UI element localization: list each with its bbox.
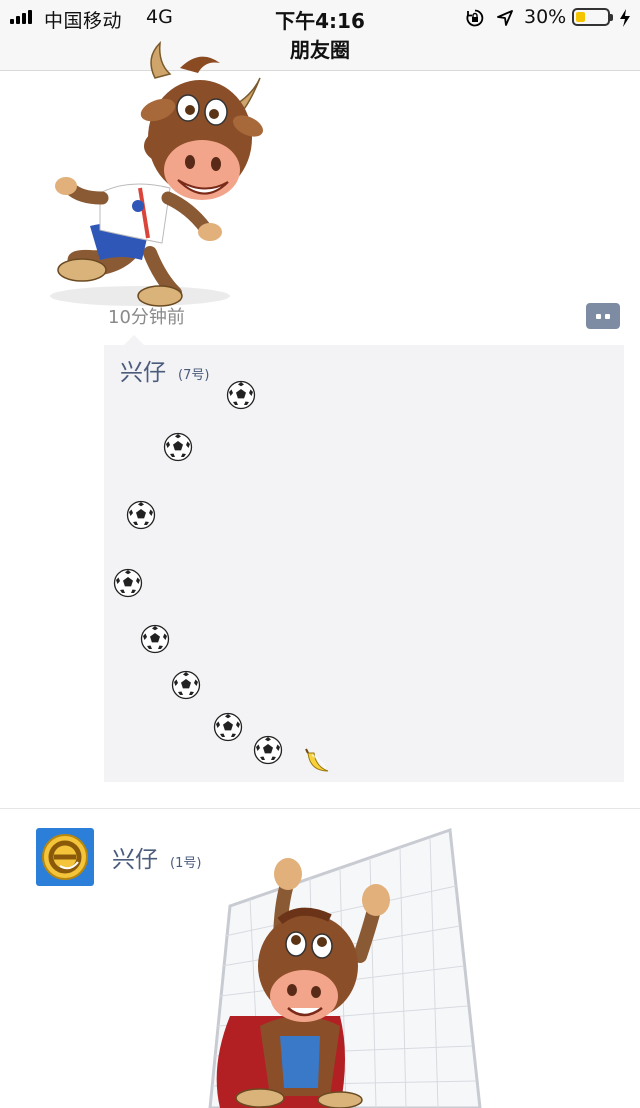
soccer-ball-icon	[253, 735, 283, 765]
soccer-ball-icon	[171, 670, 201, 700]
banana-icon	[305, 748, 329, 772]
post-timestamp: 10分钟前	[108, 307, 185, 328]
comment-section: 兴仔 (7号)	[104, 335, 624, 782]
charging-bolt-icon	[620, 9, 630, 27]
battery-level	[576, 12, 585, 22]
brand-logo-avatar[interactable]	[36, 828, 94, 886]
soccer-ball-icon	[163, 432, 193, 462]
bull-mascot-image[interactable]	[30, 38, 270, 318]
comment-author-name[interactable]: 兴仔	[120, 353, 166, 387]
location-arrow-icon	[497, 10, 513, 26]
orientation-lock-icon	[466, 9, 484, 27]
soccer-ball-icon	[113, 568, 143, 598]
soccer-ball-icon	[140, 624, 170, 654]
bull-goalkeeper-image[interactable]	[190, 826, 490, 1108]
comment-dots-icon[interactable]	[586, 303, 620, 329]
status-bar: 中国移动 4G 下午4:16 30%	[0, 0, 640, 34]
soccer-ball-icon	[126, 500, 156, 530]
battery-icon	[572, 8, 613, 26]
post-author-name[interactable]: 兴仔	[112, 840, 158, 874]
battery-percent: 30%	[524, 6, 567, 28]
feed-divider	[0, 808, 640, 809]
soccer-ball-icon	[213, 712, 243, 742]
soccer-ball-icon	[226, 380, 256, 410]
comment-author-note: (7号)	[178, 368, 210, 383]
